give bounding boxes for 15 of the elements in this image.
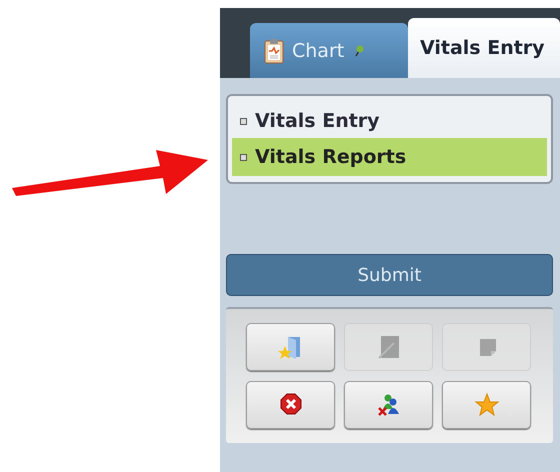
toolbar-button[interactable] [246,323,335,371]
toolbar-button[interactable] [344,381,433,429]
nav-item[interactable]: Vitals Reports [232,138,547,176]
clipboard-icon [264,38,284,64]
toolbar-button[interactable] [442,381,531,429]
remove-users-icon [376,392,402,418]
nav-item[interactable]: Vitals Entry [232,104,547,138]
star-icon [474,392,500,418]
edit-document-icon [376,334,402,360]
bullet-icon [240,154,247,160]
toolbar-button[interactable] [246,381,335,429]
tab[interactable]: Vitals Entry [408,18,560,78]
pin-icon [354,44,364,56]
submit-button[interactable]: Submit [226,254,553,296]
bullet-icon [240,118,247,124]
